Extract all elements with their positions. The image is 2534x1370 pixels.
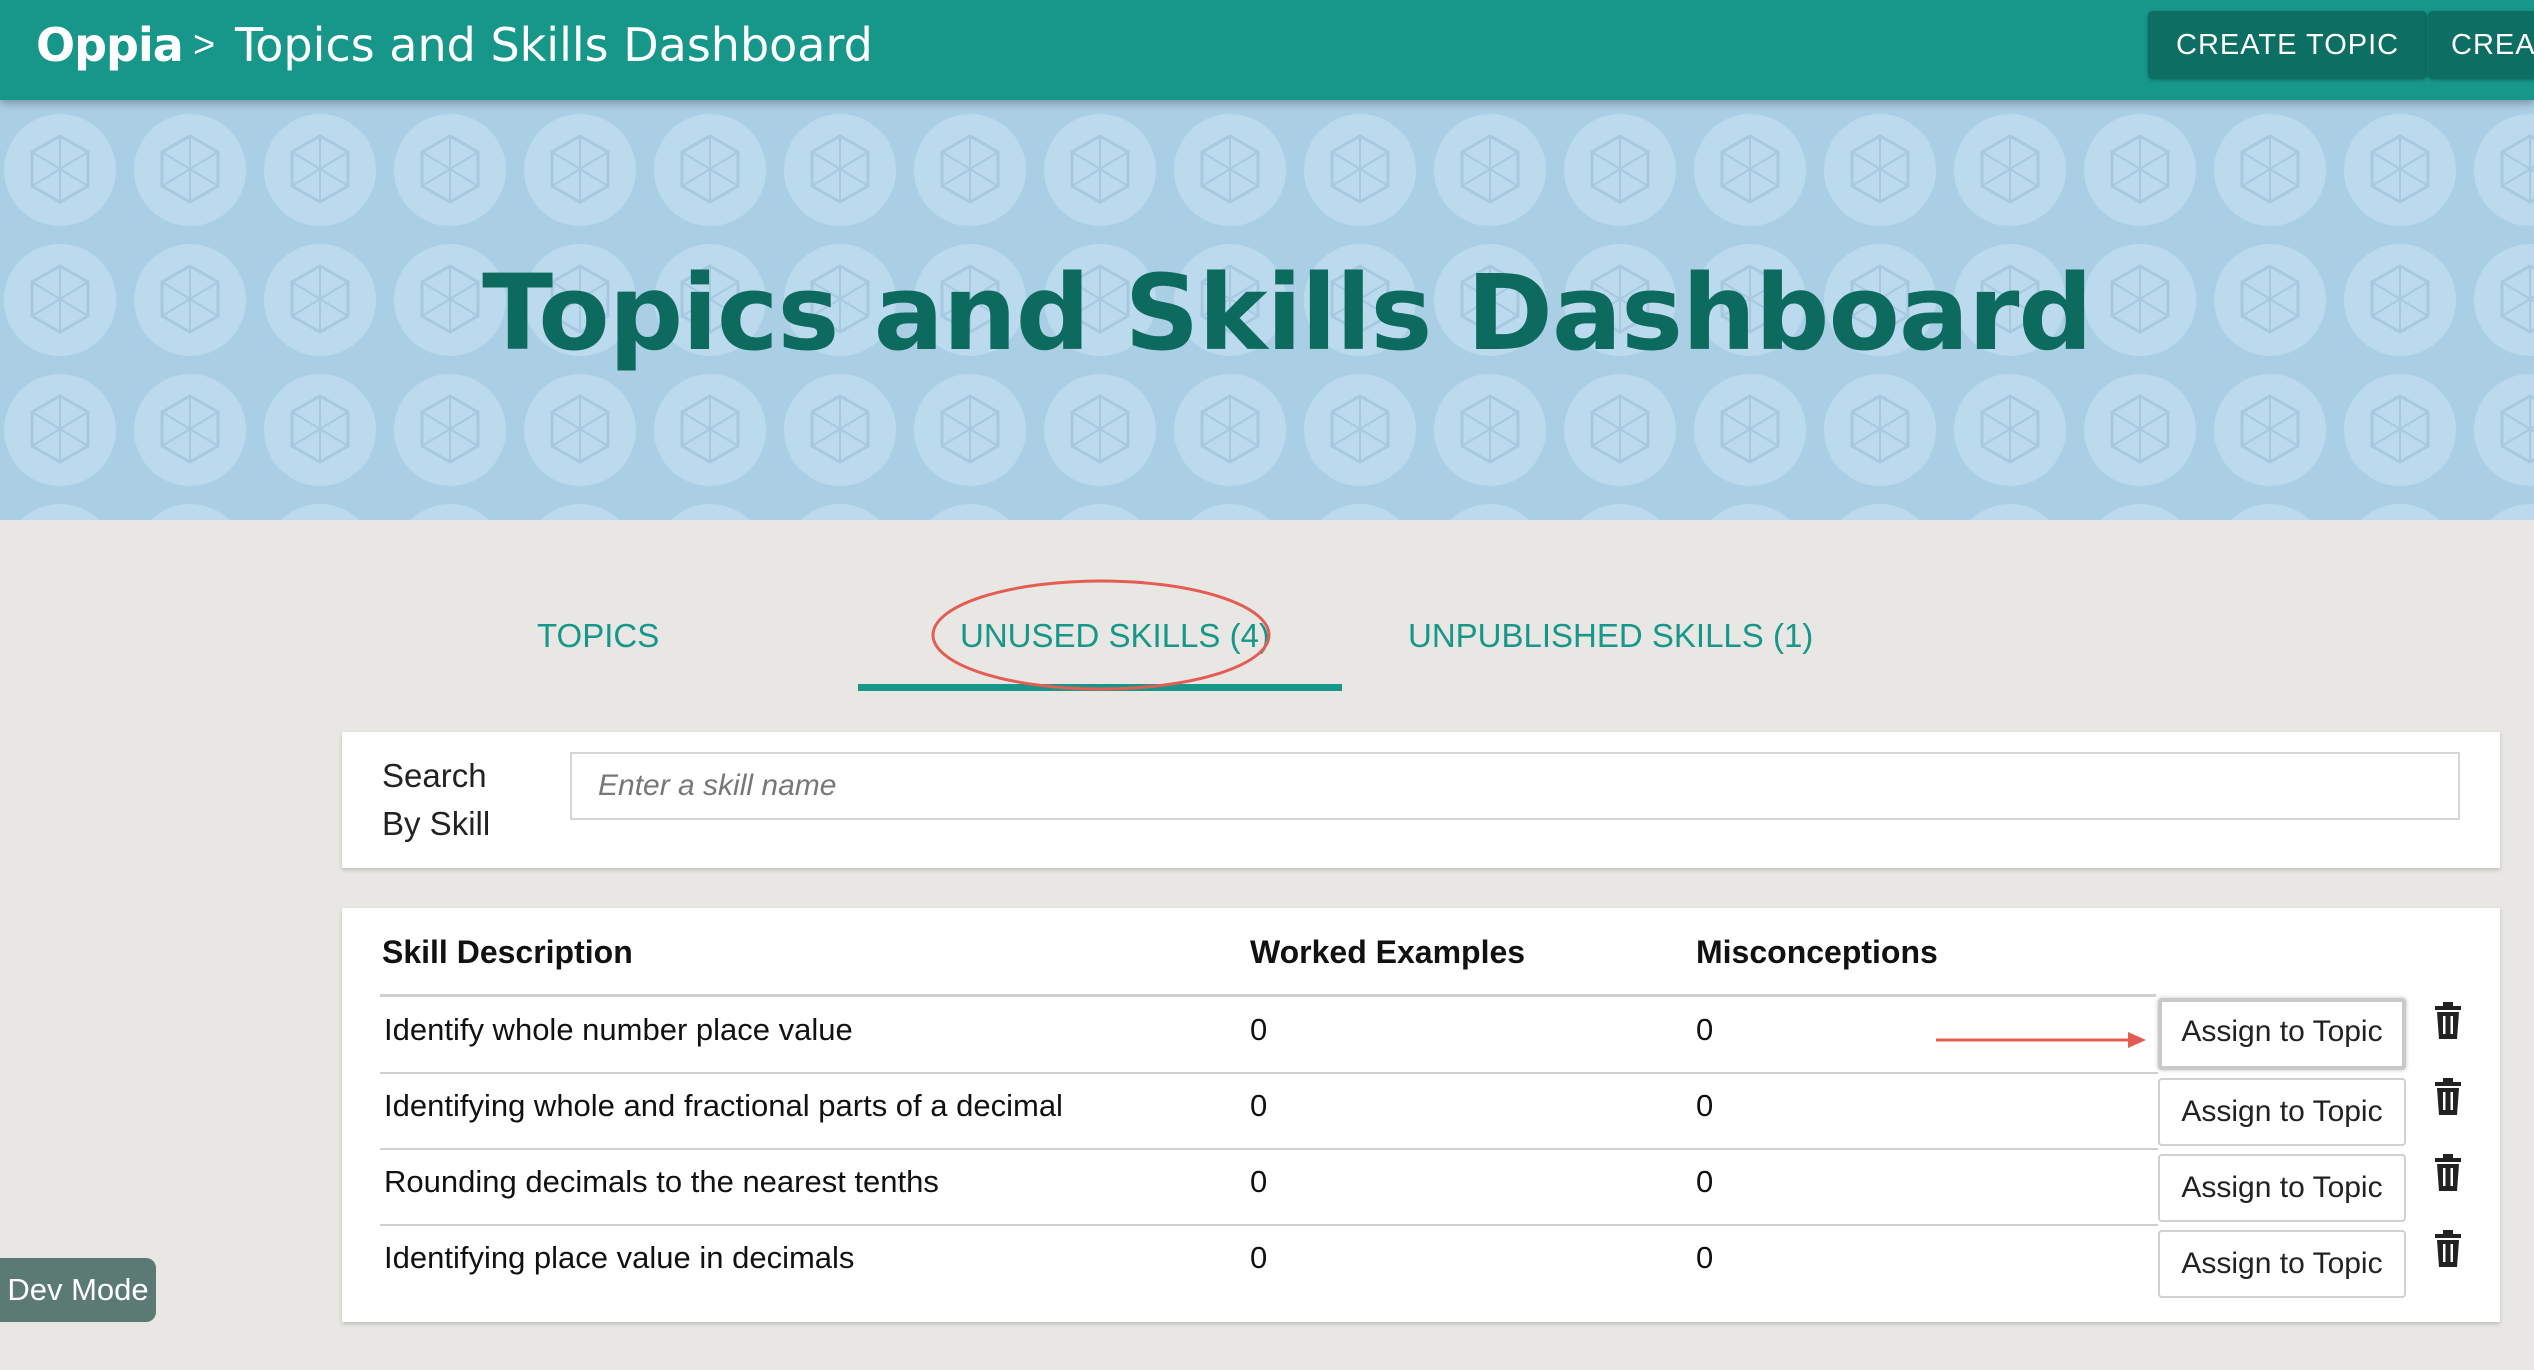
header-misconceptions: Misconceptions: [1696, 934, 1938, 970]
tab-topics[interactable]: TOPICS: [537, 617, 659, 655]
worked-examples-count: 0: [1250, 1012, 1268, 1047]
tab-unpublished-skills[interactable]: UNPUBLISHED SKILLS (1): [1408, 617, 1813, 655]
assign-to-topic-button[interactable]: Assign to Topic: [2158, 1078, 2406, 1146]
dev-mode-badge[interactable]: Dev Mode: [0, 1258, 156, 1322]
assign-to-topic-button[interactable]: Assign to Topic: [2158, 998, 2406, 1070]
worked-examples-count: 0: [1250, 1164, 1268, 1199]
misconceptions-count: 0: [1696, 1012, 1714, 1047]
breadcrumb-separator: >: [193, 24, 216, 66]
oppia-logo[interactable]: Oppia: [36, 18, 184, 72]
trash-icon[interactable]: [2432, 1002, 2464, 1040]
create-topic-button[interactable]: CREATE TOPIC: [2148, 11, 2428, 79]
header-worked-examples: Worked Examples: [1250, 934, 1526, 970]
trash-icon[interactable]: [2432, 1154, 2464, 1192]
assign-to-topic-button[interactable]: Assign to Topic: [2158, 1154, 2406, 1222]
search-label: Search By Skill: [382, 757, 491, 842]
skill-description[interactable]: Identifying place value in decimals: [384, 1240, 854, 1276]
annotation-ellipse: [931, 579, 1271, 691]
worked-examples-count: 0: [1250, 1088, 1268, 1123]
trash-icon[interactable]: [2432, 1230, 2464, 1268]
trash-icon[interactable]: [2432, 1078, 2464, 1116]
misconceptions-count: 0: [1696, 1240, 1714, 1275]
row-divider: [380, 1148, 2158, 1150]
skill-description[interactable]: Rounding decimals to the nearest tenths: [384, 1164, 939, 1200]
page-title: Topics and Skills Dashboard: [482, 252, 2093, 374]
header-divider: [380, 994, 2156, 997]
skill-description[interactable]: Identifying whole and fractional parts o…: [384, 1088, 1063, 1124]
worked-examples-count: 0: [1250, 1240, 1268, 1275]
misconceptions-count: 0: [1696, 1164, 1714, 1199]
dashboard-banner: Topics and Skills Dashboard: [0, 100, 2534, 520]
misconceptions-count: 0: [1696, 1088, 1714, 1123]
top-navbar: Oppia > Topics and Skills Dashboard CREA…: [0, 0, 2534, 100]
create-skill-button[interactable]: CREA: [2428, 11, 2534, 79]
row-divider: [380, 1072, 2158, 1074]
annotation-arrow: [1936, 1032, 2146, 1048]
skill-search-input[interactable]: [570, 752, 2460, 820]
header-skill-description: Skill Description: [382, 934, 633, 970]
assign-to-topic-button[interactable]: Assign to Topic: [2158, 1230, 2406, 1298]
row-divider: [380, 1224, 2158, 1226]
skill-description[interactable]: Identify whole number place value: [384, 1012, 853, 1048]
breadcrumb-title: Topics and Skills Dashboard: [235, 18, 873, 72]
